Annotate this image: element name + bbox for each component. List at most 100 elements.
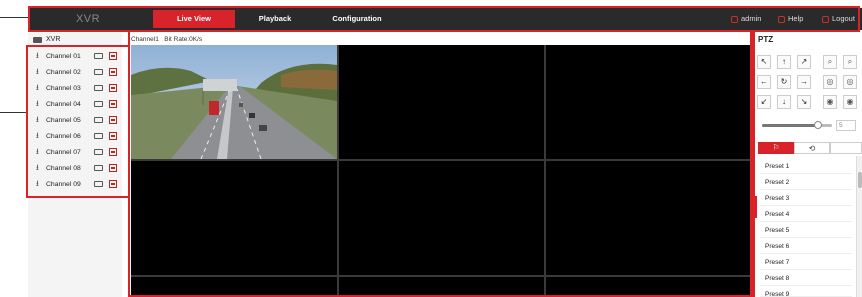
ptz-speed-knob[interactable] xyxy=(814,121,822,129)
record-icon[interactable] xyxy=(109,100,117,108)
video-tile-live[interactable] xyxy=(131,45,337,160)
tab-extra[interactable] xyxy=(830,142,862,154)
channel-row[interactable]: ⭳ Channel 06 xyxy=(36,130,126,142)
focus-far-icon[interactable]: ◎ xyxy=(843,75,857,89)
tab-configuration[interactable]: Configuration xyxy=(315,10,399,28)
focus-near-icon[interactable]: ◎ xyxy=(823,75,837,89)
channel-label: Channel 03 xyxy=(46,84,81,92)
tab-presets[interactable]: ⚐ xyxy=(758,142,794,154)
logout-icon xyxy=(822,15,829,23)
user-button[interactable]: admin xyxy=(731,10,761,28)
channel-row[interactable]: ⭳ Channel 08 xyxy=(36,162,126,174)
ptz-speed-value[interactable]: 5 xyxy=(836,120,856,131)
preset-item[interactable]: Preset 9 xyxy=(760,287,852,297)
record-icon[interactable] xyxy=(109,116,117,124)
channel-status-icon: ⭳ xyxy=(36,51,39,60)
channel-label: Channel 02 xyxy=(46,68,81,76)
device-icon xyxy=(33,36,42,43)
device-root-label: XVR xyxy=(46,36,61,43)
video-tile[interactable] xyxy=(546,277,751,297)
record-icon[interactable] xyxy=(109,68,117,76)
zoom-out-icon[interactable]: ⌕ xyxy=(823,55,837,69)
flag-icon: ⚐ xyxy=(772,143,780,152)
ptz-down-button[interactable]: ↓ xyxy=(777,95,791,109)
cycle-icon: ⟲ xyxy=(808,144,816,153)
ptz-right-button[interactable]: → xyxy=(797,75,811,89)
channel-row[interactable]: ⭳ Channel 02 xyxy=(36,66,126,78)
zoom-in-icon[interactable]: ⌕ xyxy=(843,55,857,69)
video-tile[interactable] xyxy=(339,277,544,297)
preset-item[interactable]: Preset 7 xyxy=(760,255,852,270)
channel-label: Channel 05 xyxy=(46,116,81,124)
channel-label: Channel 07 xyxy=(46,148,81,156)
channel-row[interactable]: ⭳ Channel 01 xyxy=(36,50,126,62)
iris-close-icon[interactable]: ◉ xyxy=(823,95,837,109)
snapshot-icon[interactable] xyxy=(94,133,103,139)
record-icon[interactable] xyxy=(109,84,117,92)
channel-status-icon: ⭳ xyxy=(36,163,39,172)
channel-status-icon: ⭳ xyxy=(36,147,39,156)
help-button[interactable]: Help xyxy=(778,10,803,28)
preset-item[interactable]: Preset 6 xyxy=(760,239,852,254)
stream-bitrate: Bit Rate:0K/s xyxy=(164,36,203,43)
record-icon[interactable] xyxy=(109,52,117,60)
video-tile[interactable] xyxy=(339,161,544,275)
video-tile[interactable] xyxy=(546,161,751,275)
tab-live-view[interactable]: Live View xyxy=(153,10,235,28)
ptz-up-left-button[interactable]: ↖ xyxy=(757,55,771,69)
preset-item[interactable]: Preset 1 xyxy=(760,159,852,174)
channel-row[interactable]: ⭳ Channel 03 xyxy=(36,82,126,94)
iris-open-icon[interactable]: ◉ xyxy=(843,95,857,109)
channel-status-icon: ⭳ xyxy=(36,115,39,124)
preset-item[interactable]: Preset 5 xyxy=(760,223,852,238)
channel-status-icon: ⭳ xyxy=(36,131,39,140)
snapshot-icon[interactable] xyxy=(94,101,103,107)
user-icon xyxy=(731,15,738,23)
channel-row[interactable]: ⭳ Channel 09 xyxy=(36,178,126,190)
channel-label: Channel 08 xyxy=(46,164,81,172)
ptz-down-right-button[interactable]: ↘ xyxy=(797,95,811,109)
snapshot-icon[interactable] xyxy=(94,53,103,59)
channel-row[interactable]: ⭳ Channel 05 xyxy=(36,114,126,126)
channel-label: Channel 06 xyxy=(46,132,81,140)
ptz-speed-slider[interactable] xyxy=(762,121,832,129)
logout-button[interactable]: Logout xyxy=(822,10,855,28)
help-icon xyxy=(778,15,785,23)
device-root[interactable]: XVR xyxy=(33,36,60,43)
ptz-up-button[interactable]: ↑ xyxy=(777,55,791,69)
preset-item[interactable]: Preset 2 xyxy=(760,175,852,190)
preset-item[interactable]: Preset 8 xyxy=(760,271,852,286)
ptz-left-button[interactable]: ← xyxy=(757,75,771,89)
record-icon[interactable] xyxy=(109,132,117,140)
tab-cruise[interactable]: ⟲ xyxy=(794,142,830,154)
channel-label: Channel 09 xyxy=(46,180,81,188)
ptz-down-left-button[interactable]: ↙ xyxy=(757,95,771,109)
callout-line-top xyxy=(0,17,28,18)
channel-row[interactable]: ⭳ Channel 04 xyxy=(36,98,126,110)
video-tile[interactable] xyxy=(131,277,337,297)
video-tile[interactable] xyxy=(546,45,751,159)
logout-label: Logout xyxy=(832,14,855,23)
record-icon[interactable] xyxy=(109,180,117,188)
tab-playback[interactable]: Playback xyxy=(235,10,315,28)
record-icon[interactable] xyxy=(109,148,117,156)
snapshot-icon[interactable] xyxy=(94,117,103,123)
snapshot-icon[interactable] xyxy=(94,69,103,75)
highway-scene xyxy=(131,45,337,160)
preset-item[interactable]: Preset 4 xyxy=(760,207,852,222)
preset-scrollbar[interactable] xyxy=(856,156,862,297)
channel-row[interactable]: ⭳ Channel 07 xyxy=(36,146,126,158)
help-label: Help xyxy=(788,14,804,23)
snapshot-icon[interactable] xyxy=(94,165,103,171)
preset-item[interactable]: Preset 3 xyxy=(760,191,852,206)
channel-label: Channel 01 xyxy=(46,52,81,60)
ptz-auto-button[interactable]: ↻ xyxy=(777,75,791,89)
video-tile[interactable] xyxy=(131,161,337,275)
snapshot-icon[interactable] xyxy=(94,149,103,155)
video-tile[interactable] xyxy=(339,45,544,159)
preset-scroll-thumb[interactable] xyxy=(858,172,862,188)
snapshot-icon[interactable] xyxy=(94,85,103,91)
record-icon[interactable] xyxy=(109,164,117,172)
snapshot-icon[interactable] xyxy=(94,181,103,187)
ptz-up-right-button[interactable]: ↗ xyxy=(797,55,811,69)
